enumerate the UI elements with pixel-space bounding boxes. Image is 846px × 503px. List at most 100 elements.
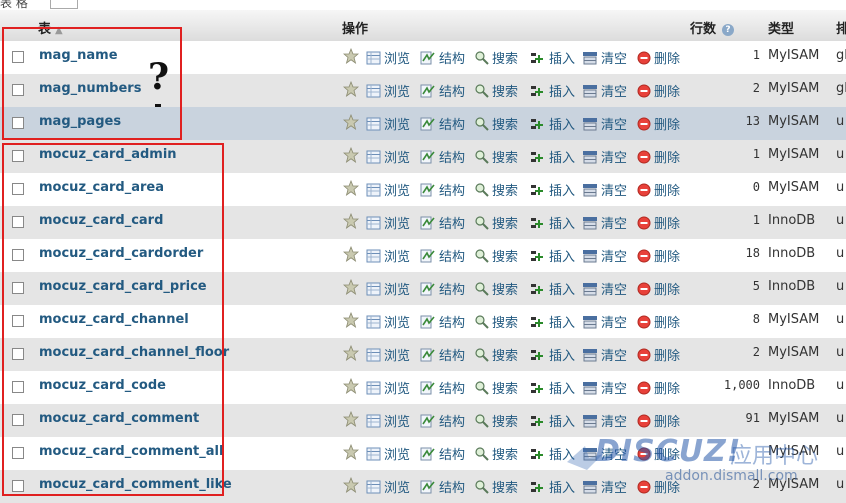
- search-link[interactable]: 搜索: [474, 48, 518, 69]
- table-row[interactable]: mocuz_card_admin 浏览 结构 搜索 插入 清空 删除 1 MyISAM u: [0, 140, 846, 173]
- insert-link[interactable]: 插入: [530, 411, 575, 432]
- structure-link[interactable]: 结构: [420, 411, 465, 432]
- table-name-link[interactable]: mocuz_card_admin: [39, 147, 177, 162]
- drop-link[interactable]: 删除: [637, 411, 680, 432]
- row-checkbox[interactable]: [12, 84, 24, 96]
- insert-link[interactable]: 插入: [530, 81, 575, 102]
- table-row[interactable]: mag_name 浏览 结构 搜索 插入 清空 删除 1 MyISAM gl: [0, 41, 846, 74]
- search-link[interactable]: 搜索: [474, 345, 518, 366]
- empty-link[interactable]: 清空: [582, 312, 627, 333]
- search-link[interactable]: 搜索: [474, 114, 518, 135]
- search-link[interactable]: 搜索: [474, 180, 518, 201]
- empty-link[interactable]: 清空: [582, 378, 627, 399]
- browse-link[interactable]: 浏览: [366, 147, 410, 168]
- structure-link[interactable]: 结构: [420, 246, 465, 267]
- favorite-star-icon[interactable]: [342, 47, 360, 68]
- drop-link[interactable]: 删除: [637, 444, 680, 465]
- favorite-star-icon[interactable]: [342, 113, 360, 134]
- drop-link[interactable]: 删除: [637, 81, 680, 102]
- favorite-star-icon[interactable]: [342, 476, 360, 497]
- insert-link[interactable]: 插入: [530, 312, 575, 333]
- drop-link[interactable]: 删除: [637, 114, 680, 135]
- structure-link[interactable]: 结构: [420, 378, 465, 399]
- row-checkbox[interactable]: [12, 51, 24, 63]
- row-checkbox[interactable]: [12, 414, 24, 426]
- drop-link[interactable]: 删除: [637, 312, 680, 333]
- favorite-star-icon[interactable]: [342, 146, 360, 167]
- row-checkbox[interactable]: [12, 216, 24, 228]
- empty-link[interactable]: 清空: [582, 48, 627, 69]
- empty-link[interactable]: 清空: [582, 81, 627, 102]
- column-header-table[interactable]: 表 ▲: [38, 18, 63, 37]
- table-row[interactable]: mag_pages 浏览 结构 搜索 插入 清空 删除 13 MyISAM u: [0, 107, 846, 140]
- row-checkbox[interactable]: [12, 117, 24, 129]
- row-checkbox[interactable]: [12, 249, 24, 261]
- favorite-star-icon[interactable]: [342, 245, 360, 266]
- table-row[interactable]: mocuz_card_card_price 浏览 结构 搜索 插入 清空 删除 5 InnoDB…: [0, 272, 846, 305]
- browse-link[interactable]: 浏览: [366, 444, 410, 465]
- search-link[interactable]: 搜索: [474, 279, 518, 300]
- favorite-star-icon[interactable]: [342, 377, 360, 398]
- table-name-link[interactable]: mag_name: [39, 48, 118, 63]
- empty-link[interactable]: 清空: [582, 180, 627, 201]
- browse-link[interactable]: 浏览: [366, 411, 410, 432]
- drop-link[interactable]: 删除: [637, 279, 680, 300]
- empty-link[interactable]: 清空: [582, 246, 627, 267]
- browse-link[interactable]: 浏览: [366, 477, 410, 498]
- search-link[interactable]: 搜索: [474, 312, 518, 333]
- favorite-star-icon[interactable]: [342, 311, 360, 332]
- empty-link[interactable]: 清空: [582, 444, 627, 465]
- structure-link[interactable]: 结构: [420, 279, 465, 300]
- drop-link[interactable]: 删除: [637, 147, 680, 168]
- row-checkbox[interactable]: [12, 381, 24, 393]
- table-row[interactable]: mocuz_card_comment_all 浏览 结构 搜索 插入 清空 删除 MyISAM…: [0, 437, 846, 470]
- table-name-link[interactable]: mocuz_card_cardorder: [39, 246, 203, 261]
- top-input-box[interactable]: [50, 0, 78, 9]
- row-checkbox[interactable]: [12, 315, 24, 327]
- favorite-star-icon[interactable]: [342, 410, 360, 431]
- browse-link[interactable]: 浏览: [366, 114, 410, 135]
- browse-link[interactable]: 浏览: [366, 345, 410, 366]
- insert-link[interactable]: 插入: [530, 477, 575, 498]
- insert-link[interactable]: 插入: [530, 48, 575, 69]
- structure-link[interactable]: 结构: [420, 48, 465, 69]
- drop-link[interactable]: 删除: [637, 378, 680, 399]
- sort-arrow-icon[interactable]: ▲: [55, 25, 63, 36]
- drop-link[interactable]: 删除: [637, 477, 680, 498]
- insert-link[interactable]: 插入: [530, 246, 575, 267]
- table-row[interactable]: mocuz_card_code 浏览 结构 搜索 插入 清空 删除 1,000 InnoDB u: [0, 371, 846, 404]
- browse-link[interactable]: 浏览: [366, 312, 410, 333]
- row-checkbox[interactable]: [12, 282, 24, 294]
- table-row[interactable]: mocuz_card_area 浏览 结构 搜索 插入 清空 删除 0 MyISAM u: [0, 173, 846, 206]
- empty-link[interactable]: 清空: [582, 345, 627, 366]
- structure-link[interactable]: 结构: [420, 147, 465, 168]
- favorite-star-icon[interactable]: [342, 212, 360, 233]
- favorite-star-icon[interactable]: [342, 278, 360, 299]
- table-row[interactable]: mocuz_card_comment_like 浏览 结构 搜索 插入 清空 删除 2 MyIS…: [0, 470, 846, 503]
- search-link[interactable]: 搜索: [474, 147, 518, 168]
- column-header-rows[interactable]: 行数?: [690, 18, 735, 37]
- insert-link[interactable]: 插入: [530, 213, 575, 234]
- favorite-star-icon[interactable]: [342, 80, 360, 101]
- favorite-star-icon[interactable]: [342, 344, 360, 365]
- drop-link[interactable]: 删除: [637, 246, 680, 267]
- drop-link[interactable]: 删除: [637, 345, 680, 366]
- table-name-link[interactable]: mag_pages: [39, 114, 121, 129]
- structure-link[interactable]: 结构: [420, 444, 465, 465]
- empty-link[interactable]: 清空: [582, 411, 627, 432]
- table-name-link[interactable]: mocuz_card_code: [39, 378, 166, 393]
- browse-link[interactable]: 浏览: [366, 180, 410, 201]
- insert-link[interactable]: 插入: [530, 444, 575, 465]
- row-checkbox[interactable]: [12, 480, 24, 492]
- browse-link[interactable]: 浏览: [366, 378, 410, 399]
- browse-link[interactable]: 浏览: [366, 246, 410, 267]
- insert-link[interactable]: 插入: [530, 147, 575, 168]
- help-icon[interactable]: ?: [722, 24, 735, 36]
- search-link[interactable]: 搜索: [474, 477, 518, 498]
- column-header-collation[interactable]: 排: [836, 18, 846, 37]
- search-link[interactable]: 搜索: [474, 378, 518, 399]
- empty-link[interactable]: 清空: [582, 213, 627, 234]
- table-name-link[interactable]: mocuz_card_card: [39, 213, 163, 228]
- structure-link[interactable]: 结构: [420, 345, 465, 366]
- insert-link[interactable]: 插入: [530, 378, 575, 399]
